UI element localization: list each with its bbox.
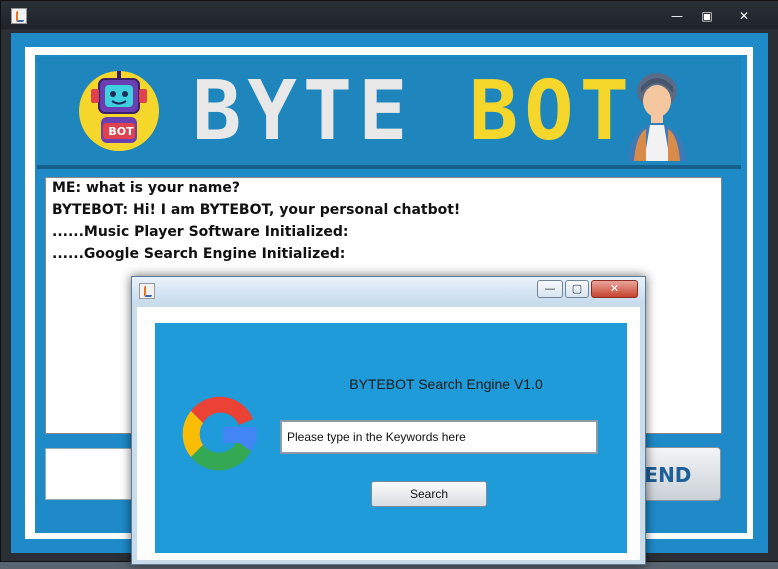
robot-logo-icon (79, 71, 159, 151)
dialog-client-area: BYTEBOT Search Engine V1.0 Search (137, 307, 640, 560)
google-logo-icon (182, 396, 258, 471)
dialog-maximize-button[interactable]: ▢ (565, 280, 589, 298)
maximize-button[interactable]: ▣ (693, 7, 721, 25)
dialog-heading: BYTEBOT Search Engine V1.0 (349, 376, 543, 392)
search-button[interactable]: Search (371, 481, 487, 507)
dialog-titlebar[interactable]: — ▢ ✕ (132, 277, 645, 303)
banner-title-byte: BYTE (192, 64, 414, 159)
java-app-icon (11, 8, 27, 24)
dialog-minimize-button[interactable]: — (537, 280, 563, 298)
dialog-panel: BYTEBOT Search Engine V1.0 Search (155, 323, 627, 553)
chat-message: BYTEBOT: Hi! I am BYTEBOT, your personal… (52, 202, 461, 218)
chat-message: ......Google Search Engine Initialized: (52, 246, 346, 262)
main-titlebar[interactable]: — ▣ ✕ (1, 1, 778, 29)
banner-title-bot: BOT (468, 64, 635, 159)
search-input[interactable] (280, 420, 598, 454)
java-app-icon (139, 283, 155, 299)
robot-badge-label: BOT (108, 125, 134, 138)
banner-title: BYTE BOT (192, 67, 635, 157)
dialog-close-button[interactable]: ✕ (591, 280, 638, 298)
minimize-button[interactable]: — (663, 7, 691, 25)
close-button[interactable]: ✕ (727, 7, 761, 25)
chat-message: ......Music Player Software Initialized: (52, 224, 349, 240)
banner: BOT BYTE BOT (37, 57, 741, 169)
chat-message: ME: what is your name? (52, 180, 240, 196)
search-dialog: — ▢ ✕ BYTEBOT Search Engine V1.0 Search (131, 276, 646, 565)
user-avatar-icon (628, 73, 686, 161)
